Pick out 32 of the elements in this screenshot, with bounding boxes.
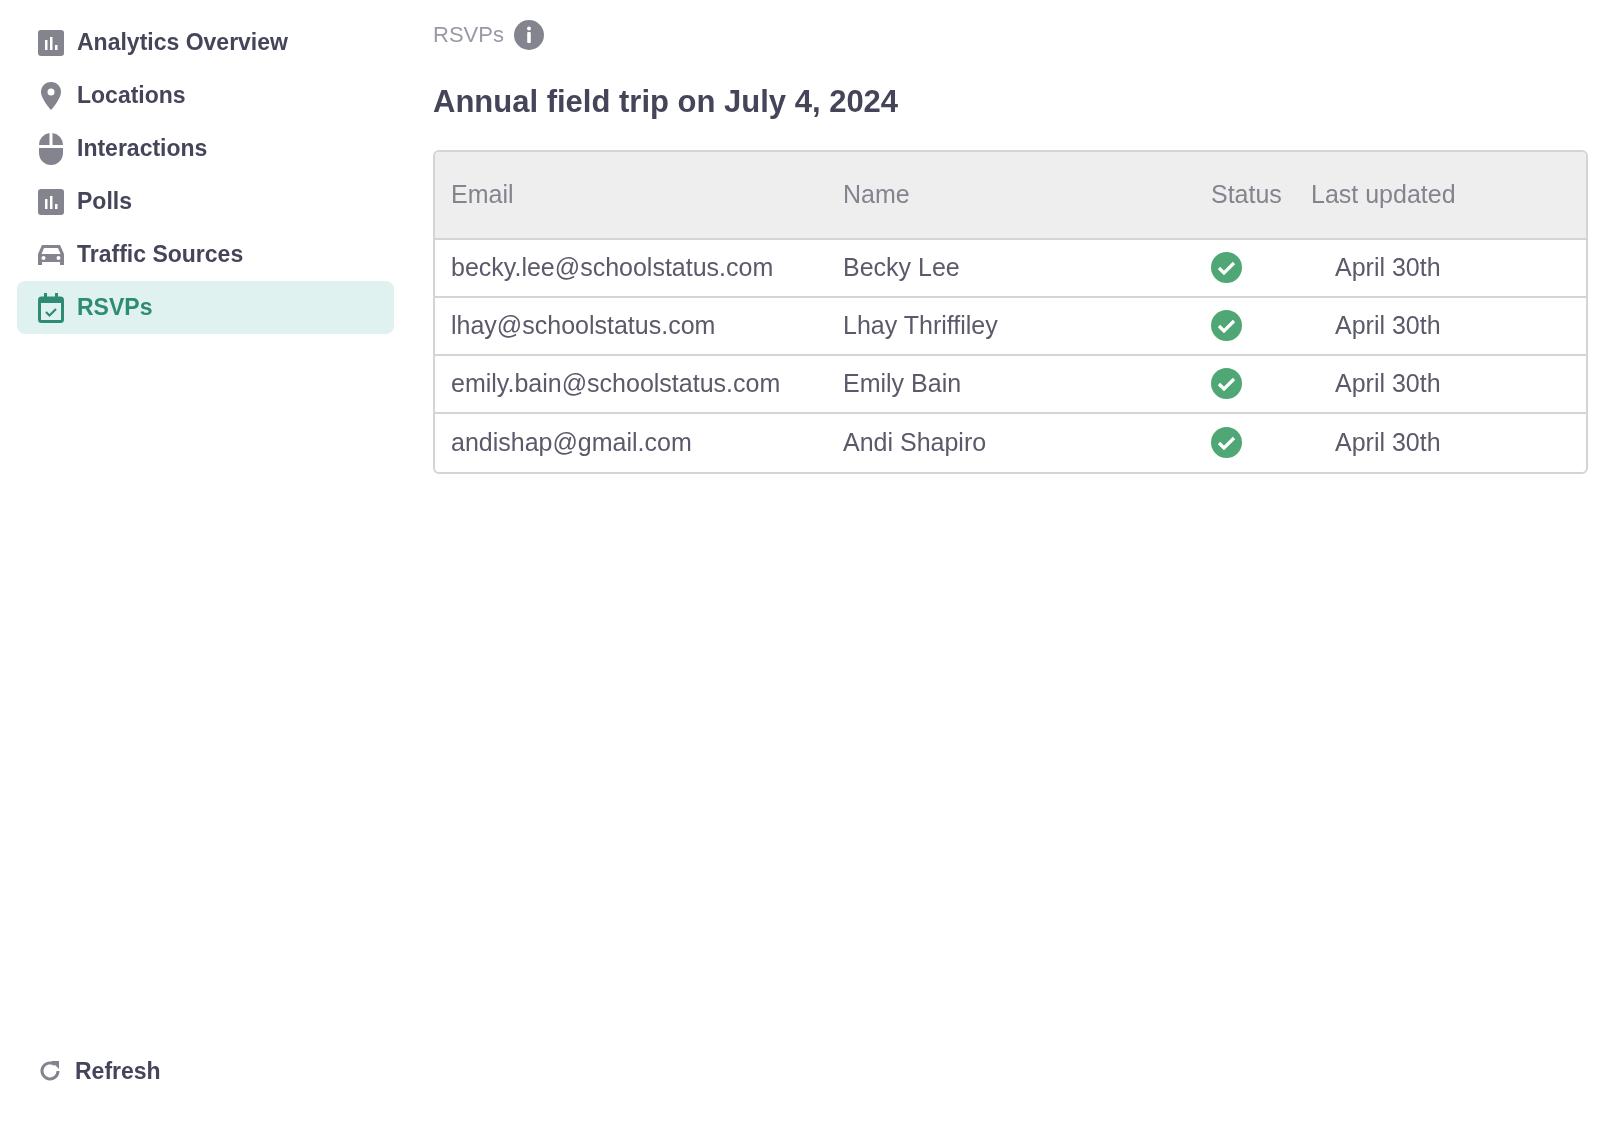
table-cell: Becky Lee [843, 252, 960, 281]
column-header: Name [843, 179, 910, 208]
table-cell: April 30th [1335, 427, 1441, 456]
sidebar-item[interactable]: RSVPs [17, 281, 394, 334]
table-cell: lhay@schoolstatus.com [451, 310, 716, 339]
sidebar-item[interactable]: Analytics Overview [17, 16, 394, 69]
column-header: Email [451, 179, 514, 208]
table-cell: emily.bain@schoolstatus.com [451, 368, 781, 397]
page-title: Annual field trip on July 4, 2024 [433, 83, 900, 121]
map-pin-icon [38, 81, 64, 110]
table-cell: April 30th [1335, 252, 1441, 281]
sidebar-item[interactable]: Traffic Sources [17, 228, 394, 281]
car-icon [37, 242, 65, 267]
table-cell: Andi Shapiro [843, 427, 987, 456]
info-icon[interactable] [513, 19, 544, 50]
table-cell: April 30th [1335, 368, 1441, 397]
sidebar-item[interactable]: Locations [17, 69, 394, 122]
bar-chart-icon [38, 188, 64, 215]
mouse-icon [38, 132, 64, 165]
table-cell: Emily Bain [843, 368, 962, 397]
refresh-button[interactable]: Refresh [17, 1051, 394, 1091]
sidebar-item[interactable]: Polls [17, 175, 394, 228]
table-cell: becky.lee@schoolstatus.com [451, 252, 774, 281]
table-cell: andishap@gmail.com [451, 427, 692, 456]
page-label: RSVPs [433, 21, 504, 49]
column-header: Last updated [1311, 179, 1456, 208]
table-cell: Lhay Thriffiley [843, 310, 998, 339]
calendar-check-icon [38, 292, 64, 323]
table-cell: April 30th [1335, 310, 1441, 339]
column-header: Status [1211, 179, 1282, 208]
sidebar-item[interactable]: Interactions [17, 122, 394, 175]
bar-chart-icon [38, 29, 64, 56]
